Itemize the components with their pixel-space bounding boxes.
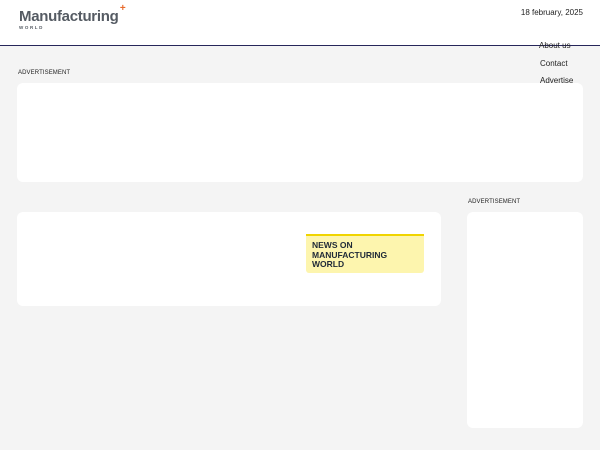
site-header: Manufacturing + WORLD 18 february, 2025 — [0, 0, 600, 46]
ad-label-side: ADVERTISEMENT — [468, 199, 521, 205]
logo-wordmark: Manufacturing + — [19, 4, 126, 25]
nav-link-contact[interactable]: Contact — [540, 59, 573, 77]
nav-link-about-us[interactable]: About us — [539, 41, 573, 59]
ad-label-top: ADVERTISEMENT — [18, 70, 71, 76]
logo-plus-icon: + — [119, 3, 126, 14]
logo-subtext: WORLD — [19, 25, 44, 30]
ad-banner-side[interactable] — [467, 212, 583, 428]
page: Manufacturing + WORLD 18 february, 2025 A… — [0, 0, 600, 450]
ad-banner-top[interactable] — [17, 83, 583, 182]
logo-main-text: Manufacturing — [19, 8, 119, 25]
current-date: 18 february, 2025 — [520, 8, 583, 17]
news-panel: NEWS ON MANUFACTURING WORLD — [17, 212, 441, 306]
site-logo[interactable]: Manufacturing + WORLD — [19, 4, 126, 31]
news-badge-text: NEWS ON MANUFACTURING WORLD — [312, 240, 388, 269]
news-badge[interactable]: NEWS ON MANUFACTURING WORLD — [306, 234, 424, 273]
